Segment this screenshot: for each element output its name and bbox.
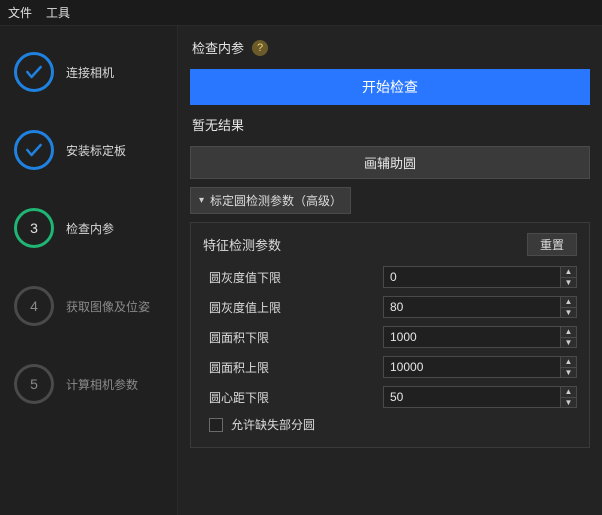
page-title: 检查内参 bbox=[192, 38, 244, 57]
spin-down-icon[interactable]: ▼ bbox=[561, 338, 576, 348]
panel-title: 特征检测参数 bbox=[203, 235, 281, 254]
row-area-max: 圆面积上限 ▲ ▼ bbox=[203, 356, 577, 378]
app-body: 连接相机 安装标定板 3 检查内参 4 获取图像及位姿 5 计算相机参数 检查内… bbox=[0, 26, 602, 515]
spin-down-icon[interactable]: ▼ bbox=[561, 398, 576, 408]
panel-title-row: 特征检测参数 重置 bbox=[203, 233, 577, 256]
spin-gray-max: ▲ ▼ bbox=[383, 296, 577, 318]
label-gray-min: 圆灰度值下限 bbox=[203, 269, 383, 286]
spin-btns: ▲ ▼ bbox=[560, 387, 576, 407]
spin-up-icon[interactable]: ▲ bbox=[561, 297, 576, 308]
step-1-circle bbox=[14, 52, 54, 92]
step-5-label: 计算相机参数 bbox=[66, 376, 138, 393]
menu-tools[interactable]: 工具 bbox=[46, 4, 70, 21]
row-gray-min: 圆灰度值下限 ▲ ▼ bbox=[203, 266, 577, 288]
spin-up-icon[interactable]: ▲ bbox=[561, 387, 576, 398]
menubar: 文件 工具 bbox=[0, 0, 602, 26]
check-icon bbox=[24, 140, 44, 160]
input-gray-max[interactable] bbox=[384, 297, 560, 317]
spin-btns: ▲ ▼ bbox=[560, 327, 576, 347]
check-icon bbox=[24, 62, 44, 82]
label-center-dist-min: 圆心距下限 bbox=[203, 389, 383, 406]
reset-button[interactable]: 重置 bbox=[527, 233, 577, 256]
main-header: 检查内参 ? bbox=[178, 26, 602, 63]
section-header-label: 标定圆检测参数（高级） bbox=[210, 192, 342, 209]
step-2-label: 安装标定板 bbox=[66, 142, 126, 159]
sidebar: 连接相机 安装标定板 3 检查内参 4 获取图像及位姿 5 计算相机参数 bbox=[0, 26, 178, 515]
spin-down-icon[interactable]: ▼ bbox=[561, 368, 576, 378]
step-3[interactable]: 3 检查内参 bbox=[14, 208, 165, 248]
input-gray-min[interactable] bbox=[384, 267, 560, 287]
step-5-circle: 5 bbox=[14, 364, 54, 404]
spin-up-icon[interactable]: ▲ bbox=[561, 267, 576, 278]
calibration-params-section-header[interactable]: ▾ 标定圆检测参数（高级） bbox=[190, 187, 351, 214]
label-area-max: 圆面积上限 bbox=[203, 359, 383, 376]
label-gray-max: 圆灰度值上限 bbox=[203, 299, 383, 316]
checkbox-allow-missing-label: 允许缺失部分圆 bbox=[231, 416, 315, 433]
input-area-min[interactable] bbox=[384, 327, 560, 347]
spin-up-icon[interactable]: ▲ bbox=[561, 327, 576, 338]
row-center-dist-min: 圆心距下限 ▲ ▼ bbox=[203, 386, 577, 408]
main-content: 开始检查 暂无结果 画辅助圆 ▾ 标定圆检测参数（高级） 特征检测参数 重置 圆… bbox=[178, 63, 602, 460]
step-4-circle: 4 bbox=[14, 286, 54, 326]
step-3-label: 检查内参 bbox=[66, 220, 114, 237]
spin-area-max: ▲ ▼ bbox=[383, 356, 577, 378]
row-area-min: 圆面积下限 ▲ ▼ bbox=[203, 326, 577, 348]
help-icon[interactable]: ? bbox=[252, 40, 268, 56]
step-2-circle bbox=[14, 130, 54, 170]
spin-btns: ▲ ▼ bbox=[560, 297, 576, 317]
step-5[interactable]: 5 计算相机参数 bbox=[14, 364, 165, 404]
spin-area-min: ▲ ▼ bbox=[383, 326, 577, 348]
feature-detection-panel: 特征检测参数 重置 圆灰度值下限 ▲ ▼ 圆灰度值上限 bbox=[190, 222, 590, 448]
step-1-label: 连接相机 bbox=[66, 64, 114, 81]
step-2[interactable]: 安装标定板 bbox=[14, 130, 165, 170]
row-allow-missing: 允许缺失部分圆 bbox=[203, 416, 577, 433]
spin-btns: ▲ ▼ bbox=[560, 357, 576, 377]
label-area-min: 圆面积下限 bbox=[203, 329, 383, 346]
step-4-label: 获取图像及位姿 bbox=[66, 298, 150, 315]
chevron-down-icon: ▾ bbox=[199, 195, 204, 206]
menu-file[interactable]: 文件 bbox=[8, 4, 32, 21]
step-1[interactable]: 连接相机 bbox=[14, 52, 165, 92]
spin-btns: ▲ ▼ bbox=[560, 267, 576, 287]
input-center-dist-min[interactable] bbox=[384, 387, 560, 407]
spin-up-icon[interactable]: ▲ bbox=[561, 357, 576, 368]
spin-down-icon[interactable]: ▼ bbox=[561, 278, 576, 288]
main-panel: 检查内参 ? 开始检查 暂无结果 画辅助圆 ▾ 标定圆检测参数（高级） 特征检测… bbox=[178, 26, 602, 515]
draw-aux-circle-button[interactable]: 画辅助圆 bbox=[190, 146, 590, 179]
start-check-button[interactable]: 开始检查 bbox=[190, 69, 590, 105]
step-3-circle: 3 bbox=[14, 208, 54, 248]
spin-center-dist-min: ▲ ▼ bbox=[383, 386, 577, 408]
input-area-max[interactable] bbox=[384, 357, 560, 377]
spin-down-icon[interactable]: ▼ bbox=[561, 308, 576, 318]
step-4[interactable]: 4 获取图像及位姿 bbox=[14, 286, 165, 326]
status-text: 暂无结果 bbox=[190, 113, 590, 138]
checkbox-allow-missing[interactable] bbox=[209, 418, 223, 432]
row-gray-max: 圆灰度值上限 ▲ ▼ bbox=[203, 296, 577, 318]
spin-gray-min: ▲ ▼ bbox=[383, 266, 577, 288]
